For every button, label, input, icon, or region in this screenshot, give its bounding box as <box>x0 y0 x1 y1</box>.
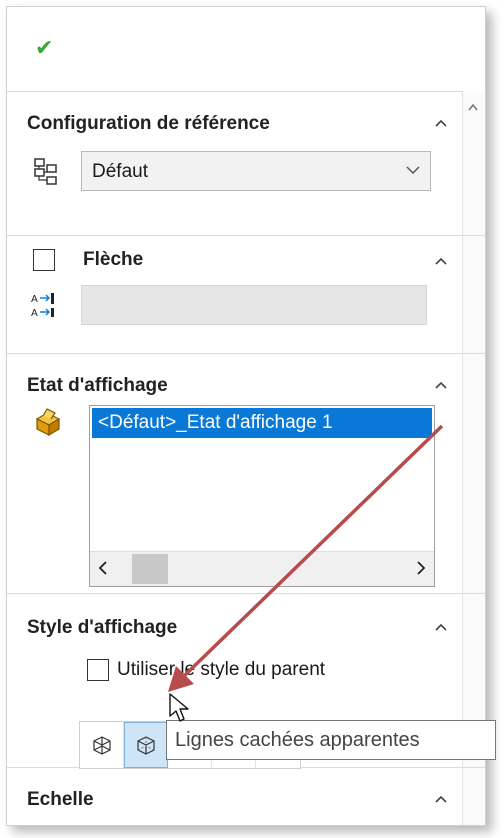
check-icon[interactable]: ✔ <box>35 35 53 61</box>
display-state-list[interactable]: <Défaut>_Etat d'affichage 1 <box>89 405 435 587</box>
section-title: Flèche <box>83 249 144 270</box>
arrow-label-field[interactable] <box>81 285 427 325</box>
list-item[interactable]: <Défaut>_Etat d'affichage 1 <box>92 408 432 438</box>
svg-text:A: A <box>31 294 38 305</box>
section-display-state: Etat d'affichage <Défaut>_Etat d'afficha… <box>7 353 485 594</box>
arrow-checkbox[interactable] <box>33 249 55 271</box>
use-parent-style-label: Utiliser le style du parent <box>117 659 326 680</box>
tooltip: Lignes cachées apparentes <box>166 720 496 760</box>
chevron-down-icon <box>406 166 420 175</box>
selected-configuration: Défaut <box>92 161 148 182</box>
collapse-chevron-icon[interactable] <box>435 257 447 267</box>
scroll-thumb[interactable] <box>132 554 168 584</box>
wireframe-icon <box>92 736 111 755</box>
reference-configuration-select[interactable]: Défaut <box>81 151 431 191</box>
hidden-lines-visible-button[interactable] <box>124 722 168 768</box>
section-arrow: Flèche A A <box>7 235 485 354</box>
section-title: Etat d'affichage <box>27 375 168 396</box>
property-manager-panel: ✔ Configuration de référence Défaut Flèc… <box>6 6 486 826</box>
mouse-cursor-icon <box>169 693 189 722</box>
section-scale: Echelle <box>7 767 485 825</box>
configuration-icon <box>34 158 57 185</box>
horizontal-scrollbar[interactable] <box>90 551 434 586</box>
scroll-right-icon[interactable] <box>416 561 426 575</box>
section-title: Echelle <box>27 789 94 810</box>
collapse-chevron-icon[interactable] <box>435 623 447 633</box>
section-reference-configuration: Configuration de référence Défaut <box>7 91 485 236</box>
wireframe-button[interactable] <box>80 722 124 768</box>
section-title: Configuration de référence <box>27 113 270 134</box>
section-title: Style d'affichage <box>27 617 178 638</box>
use-parent-style-checkbox[interactable] <box>87 659 109 681</box>
svg-text:A: A <box>31 308 38 319</box>
collapse-chevron-icon[interactable] <box>435 381 447 391</box>
collapse-chevron-icon[interactable] <box>435 119 447 129</box>
label-sequence-icon: A A <box>31 293 54 319</box>
collapse-chevron-icon[interactable] <box>435 795 447 805</box>
scroll-left-icon[interactable] <box>98 561 108 575</box>
ok-bar: ✔ <box>7 7 485 92</box>
hidden-lines-visible-icon <box>137 736 155 755</box>
display-state-icon <box>35 408 61 437</box>
